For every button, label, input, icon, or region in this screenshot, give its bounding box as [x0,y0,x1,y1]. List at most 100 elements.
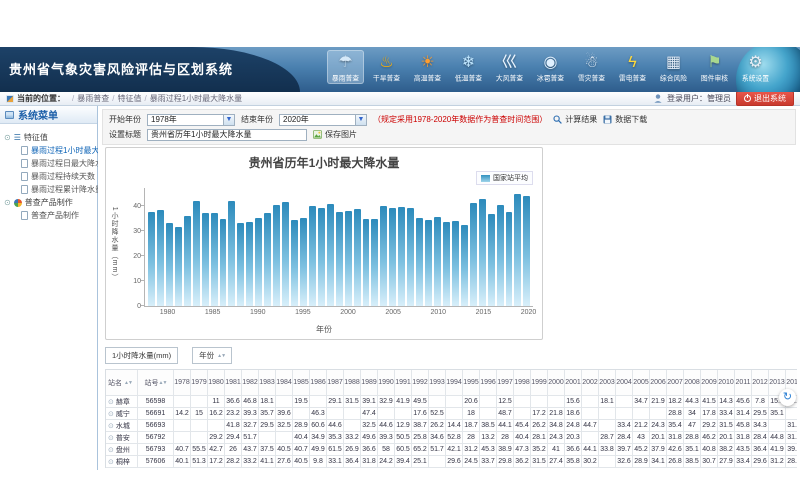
collapse-icon[interactable]: ⊙ [4,133,11,142]
sidebar-group-普查产品制作[interactable]: ⊙普查产品制作 [4,196,95,209]
value-cell: 24.3 [650,420,667,432]
breadcrumb-item[interactable]: 暴雨普查 [77,94,109,103]
nav-item-低温普查[interactable]: ❄低温普查 [450,50,487,84]
nav-item-冰雹普查[interactable]: ◉冰雹普查 [532,50,569,84]
expand-row-icon[interactable]: ⊙ [108,422,114,430]
value-cell: 24.8 [565,420,582,432]
logout-button[interactable]: 退出系统 [736,91,794,106]
value-cell: 40.5 [276,444,293,456]
expand-row-icon[interactable]: ⊙ [108,446,114,454]
column-header-year: 2002 [582,370,599,396]
chart-legend[interactable]: 国家站平均 [476,171,533,185]
chart-title-input[interactable] [147,129,307,141]
table-row: ⊙普安5679229.229.451.740.434.935.333.249.6… [106,432,797,444]
chart-bar [300,218,307,306]
value-cell [378,408,395,420]
expand-row-icon[interactable]: ⊙ [108,434,114,442]
breadcrumb-item[interactable]: 暴雨过程1小时最大降水量 [150,94,242,103]
value-cell: 35.4 [667,420,684,432]
sidebar: 系统菜单 ⊙☰特征值暴雨过程1小时最大降水量暴雨过程日最大降水量暴雨过程持续天数… [0,106,98,470]
column-header-year: 1991 [395,370,412,396]
value-cell [599,408,616,420]
column-header-year: 1990 [378,370,395,396]
value-cell: 41.5 [701,396,718,408]
collapse-icon[interactable]: ⊙ [4,198,11,207]
column-header-year: 1997 [497,370,514,396]
chart-bar [389,208,396,306]
sidebar-group-特征值[interactable]: ⊙☰特征值 [4,131,95,144]
value-cell: 41.1 [259,456,276,468]
y-tick-label: 0 [115,303,141,310]
nav-item-图件审核[interactable]: ⚑图件审核 [696,50,733,84]
data-table-section: 1小时降水量(mm) 年份 ▲▼ 站名▲▼站号▲▼197819791980198… [105,347,797,468]
nav-item-雷电普查[interactable]: ϟ雷电普查 [614,50,651,84]
nav-item-综合风险[interactable]: ▦综合风险 [655,50,692,84]
value-cell: 35.3 [327,432,344,444]
sidebar-item-暴雨过程累计降水量[interactable]: 暴雨过程累计降水量 [4,183,95,196]
value-cell: 39.3 [786,444,797,456]
nav-item-高温普查[interactable]: ☀高温普查 [409,50,446,84]
save-image-button[interactable]: 保存图片 [313,129,357,140]
chart-bar [497,205,504,306]
measure-chip[interactable]: 1小时降水量(mm) [105,347,178,364]
nav-item-大风普查[interactable]: 巛大风普查 [491,50,528,84]
column-header-year: 2001 [565,370,582,396]
nav-item-系统设置[interactable]: ⚙系统设置 [737,50,774,84]
sidebar-item-label: 暴雨过程累计降水量 [31,184,103,195]
value-cell: 33.1 [327,456,344,468]
value-cell [293,408,310,420]
station-name-cell: ⊙赫章 [106,396,138,408]
logout-label: 退出系统 [754,93,786,104]
location-icon [6,95,14,103]
drought-icon: ♨ [368,52,405,74]
value-cell: 34.7 [633,396,650,408]
sidebar-item-普查产品制作[interactable]: 普查产品制作 [4,209,95,222]
document-icon [21,211,28,220]
chart-bar [345,211,352,306]
value-cell: 15 [191,408,208,420]
value-cell: 35.1 [769,408,786,420]
nav-item-暴雨普查[interactable]: ☂暴雨普查 [327,50,364,84]
sidebar-item-暴雨过程日最大降水量[interactable]: 暴雨过程日最大降水量 [4,157,95,170]
calculate-button[interactable]: 计算结果 [553,114,597,125]
table-row: ⊙赫章565981136.646.818.119.529.131.539.132… [106,396,797,408]
y-tick-label: 10 [115,278,141,285]
expand-row-icon[interactable]: ⊙ [108,410,114,418]
chart-bar [363,219,370,306]
year-sort-chip[interactable]: 年份 ▲▼ [192,347,232,364]
expand-row-icon[interactable]: ⊙ [108,458,114,466]
x-tick-label: 1995 [295,309,311,316]
download-button[interactable]: 数据下载 [603,114,647,125]
value-cell [208,420,225,432]
column-header-year: 1983 [259,370,276,396]
value-cell: 20.1 [718,432,735,444]
value-cell: 33.4 [735,456,752,468]
nav-item-干旱普查[interactable]: ♨干旱普查 [368,50,405,84]
y-axis-title: 1小时降水量（mm） [109,206,119,281]
chart-bar [434,217,441,306]
nav-item-雪灾普查[interactable]: ☃雪灾普查 [573,50,610,84]
column-header-station[interactable]: 站名▲▼ [106,370,138,396]
chart-bar [264,213,271,306]
floating-refresh-button[interactable]: ↻ [779,389,796,406]
value-cell [276,432,293,444]
value-cell: 65.2 [412,444,429,456]
sidebar-item-暴雨过程1小时最大降水量[interactable]: 暴雨过程1小时最大降水量 [4,144,95,157]
download-label: 数据下载 [615,114,647,125]
value-cell [446,396,463,408]
breadcrumb-item[interactable]: 特征值 [117,94,141,103]
column-header-station-id[interactable]: 站号▲▼ [138,370,174,396]
list-icon: ☰ [14,133,21,142]
start-year-select[interactable]: 1978年 ▼ [147,114,235,126]
value-cell: 31.5 [718,420,735,432]
end-year-select[interactable]: 2020年 ▼ [279,114,367,126]
chart-bar [157,210,164,306]
value-cell: 31.8 [735,432,752,444]
sidebar-item-暴雨过程持续天数[interactable]: 暴雨过程持续天数 [4,170,95,183]
column-header-year: 1998 [514,370,531,396]
sort-icon: ▲▼ [217,353,225,359]
value-cell: 31.2 [463,444,480,456]
value-cell: 17.8 [701,408,718,420]
expand-row-icon[interactable]: ⊙ [108,398,114,406]
value-cell: 38.2 [718,444,735,456]
